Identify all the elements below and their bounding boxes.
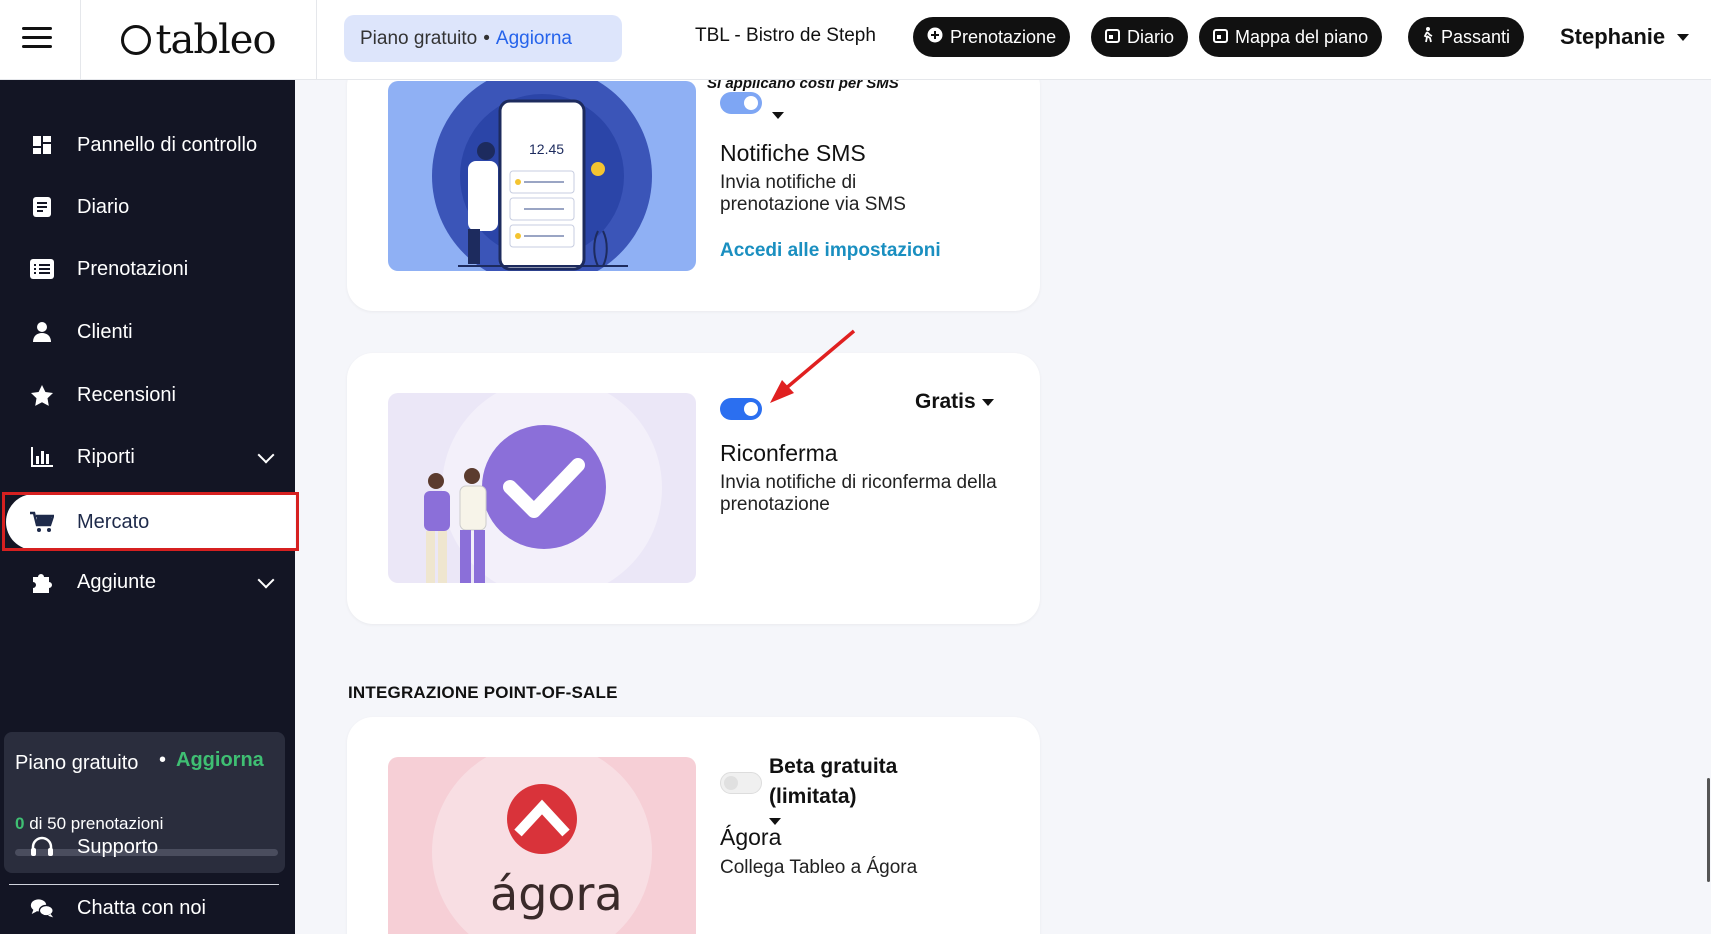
dashboard-icon [30, 133, 54, 157]
restaurant-selector[interactable]: TBL - Bistro de Steph [695, 25, 876, 47]
chevron-down-icon [1677, 33, 1690, 41]
list-icon [30, 257, 54, 281]
user-menu[interactable]: Stephanie [1560, 24, 1690, 50]
reconfirmation-card-description: Invia notifiche di riconferma della pren… [720, 472, 997, 515]
sidebar-item-marketplace[interactable]: Mercato [6, 494, 295, 550]
page-scrollbar[interactable] [1707, 778, 1710, 882]
sidebar-item-reservations[interactable]: Prenotazioni [0, 241, 295, 297]
floor-plan-label: Mappa del piano [1235, 26, 1369, 47]
sidebar-item-label: Supporto [77, 835, 159, 858]
sidebar-item-label: Diario [77, 195, 130, 218]
plan-separator: • [483, 27, 490, 49]
sidebar: Pannello di controllo Diario Prenotazion… [0, 80, 295, 934]
agora-toggle[interactable] [720, 772, 762, 794]
plan-pill: Piano gratuito • Aggiorna [344, 15, 622, 62]
agora-card-description: Collega Tableo a Ágora [720, 857, 918, 878]
chevron-down-icon [981, 398, 994, 406]
sidebar-item-label: Riporti [77, 445, 135, 468]
agora-card-title: Ágora [720, 824, 782, 850]
sidebar-item-dashboard[interactable]: Pannello di controllo [0, 117, 295, 173]
bar-chart-icon [30, 445, 54, 469]
puzzle-icon [30, 570, 54, 594]
plus-circle-icon [927, 27, 943, 47]
user-icon [30, 320, 54, 344]
user-name: Stephanie [1560, 24, 1666, 49]
reconfirmation-price: Gratis [915, 390, 976, 413]
sms-settings-link[interactable]: Accedi alle impostazioni [720, 240, 941, 262]
cart-icon [30, 510, 54, 534]
sms-clock-text: 12.45 [529, 141, 565, 157]
reconfirmation-illustration [388, 393, 696, 583]
plan-title: Piano gratuito [15, 752, 139, 774]
agora-price-dropdown[interactable]: Beta gratuita (limitata) [769, 752, 949, 825]
chevron-down-icon [257, 446, 275, 464]
sms-toggle[interactable] [720, 92, 762, 114]
chevron-down-icon[interactable] [772, 112, 784, 119]
plan-upgrade-link[interactable]: Aggiorna [159, 749, 264, 772]
reconfirmation-toggle[interactable] [720, 398, 762, 420]
book-icon [30, 195, 54, 219]
sidebar-item-addons[interactable]: Aggiunte [0, 554, 295, 610]
calendar-icon [1213, 28, 1228, 47]
sms-card-description: Invia notifiche di prenotazione via SMS [720, 172, 906, 215]
sidebar-item-label: Pannello di controllo [77, 133, 258, 156]
floor-plan-button[interactable]: Mappa del piano [1199, 17, 1383, 57]
diary-button[interactable]: Diario [1091, 17, 1189, 57]
chevron-down-icon [257, 571, 275, 589]
new-reservation-button[interactable]: Prenotazione [913, 17, 1071, 57]
agora-card: ágora Beta gratuita (limitata) Ágora Col… [347, 717, 1040, 934]
plan-label: Piano gratuito [360, 27, 478, 49]
sidebar-item-diary[interactable]: Diario [0, 179, 295, 235]
sidebar-item-label: Aggiunte [77, 570, 156, 593]
sidebar-item-label: Mercato [77, 510, 150, 533]
sidebar-item-chat[interactable]: Chatta con noi [0, 880, 295, 934]
sidebar-item-reports[interactable]: Riporti [0, 429, 295, 485]
sidebar-item-clients[interactable]: Clienti [0, 304, 295, 360]
sidebar-item-support[interactable]: Supporto [0, 819, 295, 875]
agora-logo-text: ágora [490, 867, 623, 921]
walking-icon [1422, 27, 1434, 47]
new-reservation-label: Prenotazione [950, 26, 1057, 47]
reconfirmation-price-dropdown[interactable]: Gratis [915, 390, 994, 414]
agora-price: Beta gratuita (limitata) [769, 755, 898, 808]
walk-in-label: Passanti [1441, 26, 1511, 47]
reconfirmation-card-title: Riconferma [720, 440, 838, 466]
diary-label: Diario [1127, 26, 1175, 47]
headset-icon [30, 835, 54, 859]
star-icon [30, 383, 54, 407]
pos-section-title: INTEGRAZIONE POINT-OF-SALE [348, 683, 618, 702]
calendar-icon [1105, 28, 1120, 47]
sms-card-title: Notifiche SMS [720, 140, 866, 166]
walk-in-button[interactable]: Passanti [1408, 17, 1525, 57]
chat-icon [30, 896, 54, 920]
top-bar: tableo Piano gratuito • Aggiorna TBL - B… [0, 0, 1711, 80]
sidebar-item-label: Recensioni [77, 383, 176, 406]
sidebar-item-label: Chatta con noi [77, 896, 206, 919]
arrow-annotation-icon [770, 329, 856, 403]
agora-illustration: ágora [388, 757, 696, 934]
logo-container[interactable]: tableo [80, 0, 317, 80]
sidebar-item-label: Prenotazioni [77, 257, 189, 280]
sidebar-item-reviews[interactable]: Recensioni [0, 367, 295, 423]
reconfirmation-card: Gratis Riconferma Invia notifiche di ric… [347, 353, 1040, 624]
sms-illustration: 12.45 [388, 81, 696, 271]
hamburger-menu-icon[interactable] [22, 27, 52, 51]
upgrade-link[interactable]: Aggiorna [496, 28, 572, 50]
sidebar-item-label: Clienti [77, 320, 133, 343]
tableo-logo: tableo [121, 17, 277, 63]
sms-notifications-card: 12.45 Si applicano costi per SMS Notific… [347, 60, 1040, 311]
